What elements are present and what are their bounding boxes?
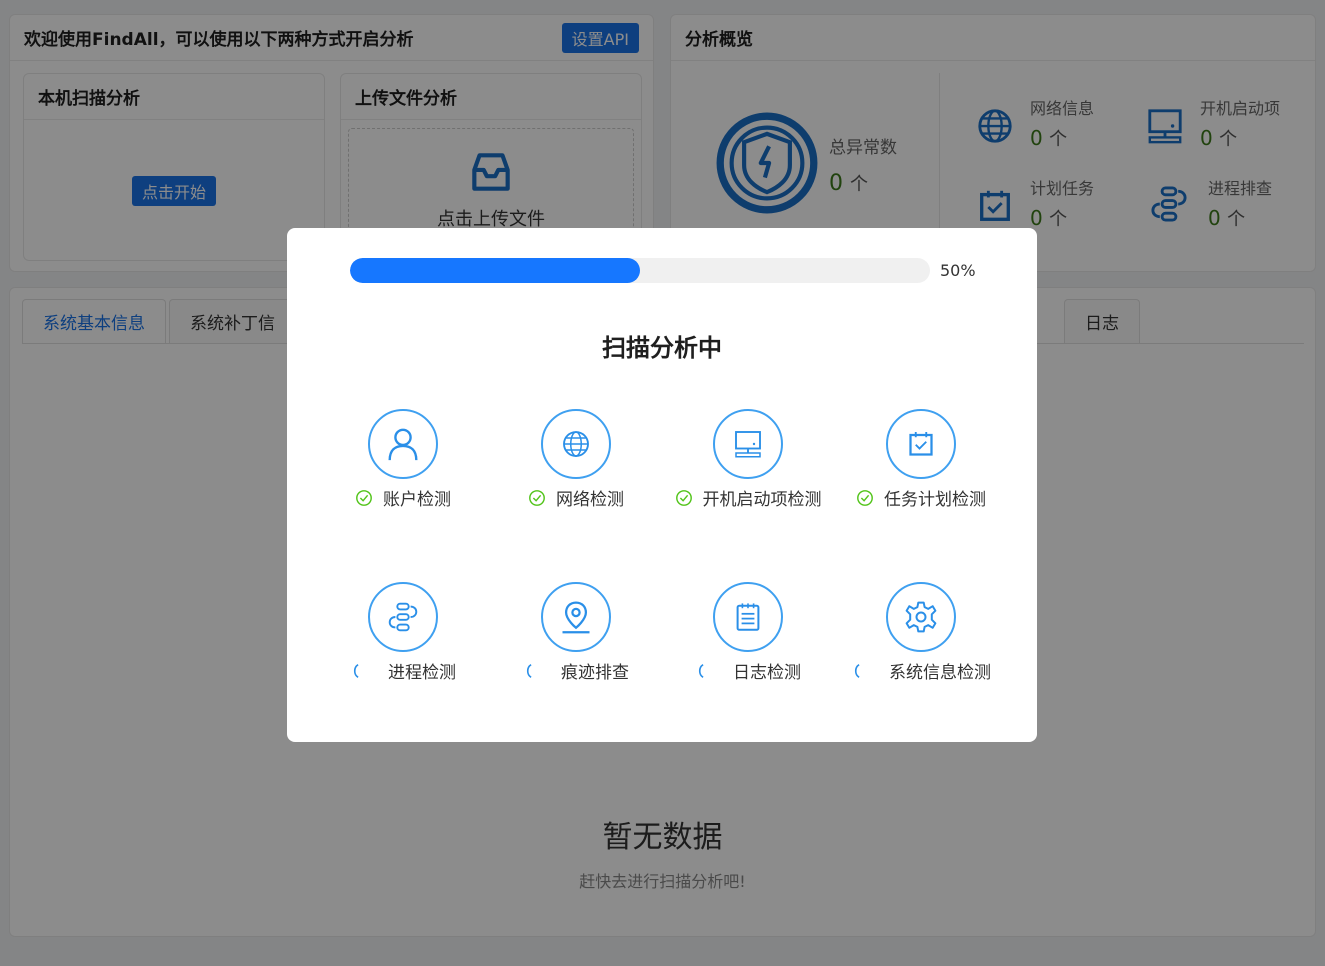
check-circle-icon [857, 489, 873, 506]
scan-progress-modal: 50% 扫描分析中 账户检测 网络检测 开机启动项检测 任务计划检测 进程检测 … [287, 228, 1037, 742]
notepad-icon [736, 603, 760, 631]
loading-spinner-icon [526, 663, 532, 678]
progress-bar-fill [350, 258, 640, 283]
check-network-label: 网络检测 [556, 490, 624, 510]
progress-percent: 50% [940, 261, 976, 280]
computer-icon [735, 431, 761, 458]
check-startup: 开机启动项检测 [662, 409, 834, 510]
progress-bar [350, 258, 930, 283]
globe-icon [563, 431, 589, 457]
gear-icon [905, 601, 937, 633]
check-account: 账户检测 [317, 409, 489, 510]
check-circle-icon [529, 489, 545, 506]
check-log: 日志检测 [662, 582, 834, 683]
modal-title: 扫描分析中 [602, 334, 722, 362]
check-sysinfo-label: 系统信息检测 [889, 663, 991, 683]
location-pin-icon [562, 601, 590, 634]
check-account-label: 账户检测 [383, 490, 451, 510]
check-log-label: 日志检测 [733, 663, 801, 683]
loading-spinner-icon [353, 663, 359, 678]
check-circle-icon [356, 489, 372, 506]
check-trace-label: 痕迹排查 [561, 663, 629, 683]
check-task-label: 任务计划检测 [884, 490, 986, 510]
check-scheduled-task: 任务计划检测 [835, 409, 1007, 510]
user-icon [388, 428, 418, 461]
loading-spinner-icon [854, 663, 860, 678]
check-network: 网络检测 [490, 409, 662, 510]
check-startup-label: 开机启动项检测 [702, 490, 822, 510]
loading-spinner-icon [698, 663, 704, 678]
check-process: 进程检测 [317, 582, 489, 683]
calendar-check-icon [909, 432, 933, 456]
check-system-info: 系统信息检测 [835, 582, 1007, 683]
check-process-label: 进程检测 [388, 663, 456, 683]
process-flow-icon [388, 602, 418, 632]
check-circle-icon [675, 489, 692, 506]
check-trace: 痕迹排查 [490, 582, 662, 683]
